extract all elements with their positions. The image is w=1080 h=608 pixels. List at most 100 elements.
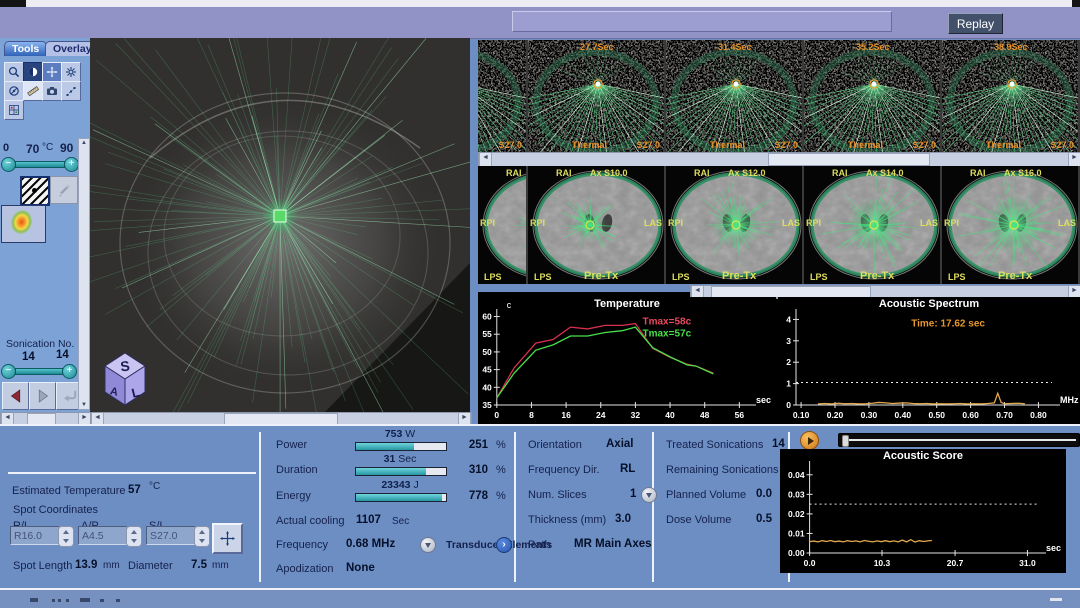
window-level-icon: [8, 85, 20, 97]
svg-text:0.0: 0.0: [804, 558, 816, 568]
scrubber-handle[interactable]: [842, 435, 849, 447]
orientation-marker: RAI: [506, 168, 522, 178]
frequency-dropdown-button[interactable]: [420, 537, 436, 553]
si-coordinate-field[interactable]: [146, 526, 196, 545]
thermal-image-row: Thermal S27.0 27.7Sec Thermal S27.0 31.4…: [478, 40, 1080, 152]
replay-button[interactable]: Replay: [948, 13, 1003, 34]
image-type-label: Thermal: [986, 140, 1021, 150]
panel-divider: [259, 432, 261, 582]
temp-scale-plus-button[interactable]: +: [64, 157, 79, 172]
sonication-minus-button[interactable]: −: [1, 364, 16, 379]
next-sonication-button[interactable]: [29, 382, 56, 410]
grid-overlay-tool-button[interactable]: [4, 100, 24, 120]
svg-text:0.01: 0.01: [788, 528, 805, 538]
thermal-image-tile-partial[interactable]: Thermal S27.0: [478, 40, 526, 152]
status-mark: [30, 598, 38, 602]
mri-image-tile-partial[interactable]: RAI Ax S8.0 RPI LAS LPS Pre-Tx: [478, 166, 526, 284]
message-field[interactable]: [512, 11, 892, 32]
replay-scrubber[interactable]: [838, 433, 1080, 447]
thermal-map-button[interactable]: [1, 205, 46, 243]
image-type-label: Thermal: [710, 140, 745, 150]
thermal-image-tile[interactable]: 38.9Sec Thermal S27.0: [942, 40, 1078, 152]
si-spinner[interactable]: [194, 526, 210, 547]
orientation-marker: LAS: [782, 218, 800, 228]
sidebar: Tools Overlays 0 70: [0, 38, 90, 424]
temp-scale-minus-button[interactable]: −: [1, 157, 16, 172]
orientation-marker: LAS: [644, 218, 662, 228]
sonication-plus-button[interactable]: +: [62, 364, 77, 379]
ap-spinner[interactable]: [126, 526, 142, 547]
settings-tool-button[interactable]: [61, 62, 81, 82]
thermal-image-tile[interactable]: 31.4Sec Thermal S27.0: [666, 40, 802, 152]
spot-group-divider: [8, 472, 256, 474]
draw-spot-button[interactable]: [50, 176, 78, 204]
thermal-row-scrollbar[interactable]: ◄ ►: [478, 152, 1080, 167]
svg-text:40: 40: [665, 410, 675, 420]
temp-scale-slider[interactable]: [15, 161, 65, 168]
svg-text:4: 4: [786, 314, 791, 324]
contrast-tool-button[interactable]: [23, 62, 43, 82]
frequency-dir-value: RL: [620, 463, 635, 475]
slice-label: S27.0: [636, 140, 660, 150]
thermal-image-tile[interactable]: 27.7Sec Thermal S27.0: [528, 40, 664, 152]
scroll-left-arrow-icon[interactable]: ◄: [479, 153, 492, 166]
thermal-image-tile[interactable]: 35.2Sec Thermal S27.0: [804, 40, 940, 152]
svg-text:3: 3: [786, 336, 791, 346]
svg-text:Time: 17.62 sec: Time: 17.62 sec: [911, 319, 985, 330]
slice-position-label: Ax S10.0: [590, 168, 628, 178]
svg-text:0.02: 0.02: [788, 509, 805, 519]
hatch-overlay-button[interactable]: [20, 176, 50, 206]
orientation-marker: LPS: [948, 272, 966, 282]
status-mark: [66, 599, 69, 602]
svg-text:Tmax=57c: Tmax=57c: [642, 329, 691, 340]
svg-text:0.40: 0.40: [895, 410, 912, 420]
sonication-slider[interactable]: [15, 368, 63, 375]
frequency-dir-label: Frequency Dir.: [528, 464, 600, 476]
mri-image-row: RAI Ax S8.0 RPI LAS LPS Pre-Tx RAI Ax S1…: [478, 166, 1080, 284]
svg-text:Tmax=58c: Tmax=58c: [642, 317, 691, 328]
rl-spinner[interactable]: [58, 526, 74, 547]
snapshot-tool-button[interactable]: [42, 81, 62, 101]
svg-text:0.30: 0.30: [861, 410, 878, 420]
pan-tool-button[interactable]: [42, 62, 62, 82]
ap-coordinate-field[interactable]: [78, 526, 128, 545]
svg-text:45: 45: [482, 365, 492, 375]
energy-value-row: 23343 J: [355, 479, 445, 491]
thickness-value: 3.0: [615, 513, 631, 525]
spot-length-unit: mm: [103, 560, 120, 571]
svg-text:Temperature: Temperature: [594, 298, 660, 310]
move-spot-button[interactable]: [212, 523, 243, 554]
viewer-3d[interactable]: S A L: [90, 38, 470, 412]
hatch-dot-icon: [32, 188, 37, 193]
num-slices-dropdown-button[interactable]: [641, 487, 657, 503]
pretx-label: Pre-Tx: [860, 270, 894, 282]
status-bar: [0, 588, 1080, 608]
slice-label: S27.0: [774, 140, 798, 150]
diameter-label: Diameter: [128, 560, 173, 572]
mri-image-tile[interactable]: RAI Ax S12.0 RPI LAS LPS Pre-Tx: [666, 166, 802, 284]
sidebar-vertical-scrollbar[interactable]: ▲ ▼: [78, 138, 90, 410]
replay-play-button[interactable]: [800, 431, 819, 450]
sonication-time-label: 27.7Sec: [580, 42, 614, 52]
svg-text:10.3: 10.3: [874, 558, 891, 568]
windowing-tool-button[interactable]: [4, 81, 24, 101]
frequency-label: Frequency: [276, 539, 328, 551]
transducer-elements-button[interactable]: ›: [496, 537, 512, 553]
mri-image-tile[interactable]: RAI Ax S10.0 RPI LAS LPS Pre-Tx: [528, 166, 664, 284]
temperature-chart: 08162432404856354045505560Temperaturecse…: [478, 297, 776, 425]
slice-position-label: Ax S14.0: [866, 168, 904, 178]
energy-bar: [355, 493, 447, 502]
scroll-right-arrow-icon[interactable]: ►: [1068, 153, 1080, 166]
zoom-tool-button[interactable]: [4, 62, 24, 82]
polyline-tool-button[interactable]: [61, 81, 81, 101]
orientation-cube[interactable]: S A L: [102, 350, 149, 408]
rl-coordinate-field[interactable]: [10, 526, 60, 545]
orientation-marker: RAI: [970, 168, 986, 178]
energy-percent-unit: %: [496, 490, 506, 502]
tab-tools[interactable]: Tools: [4, 41, 47, 56]
duration-label: Duration: [276, 464, 318, 476]
ruler-tool-button[interactable]: [23, 81, 43, 101]
previous-sonication-button[interactable]: [2, 382, 29, 410]
mri-image-tile[interactable]: RAI Ax S14.0 RPI LAS LPS Pre-Tx: [804, 166, 940, 284]
mri-image-tile[interactable]: RAI Ax S16.0 RPI LAS LPS Pre-Tx: [942, 166, 1078, 284]
